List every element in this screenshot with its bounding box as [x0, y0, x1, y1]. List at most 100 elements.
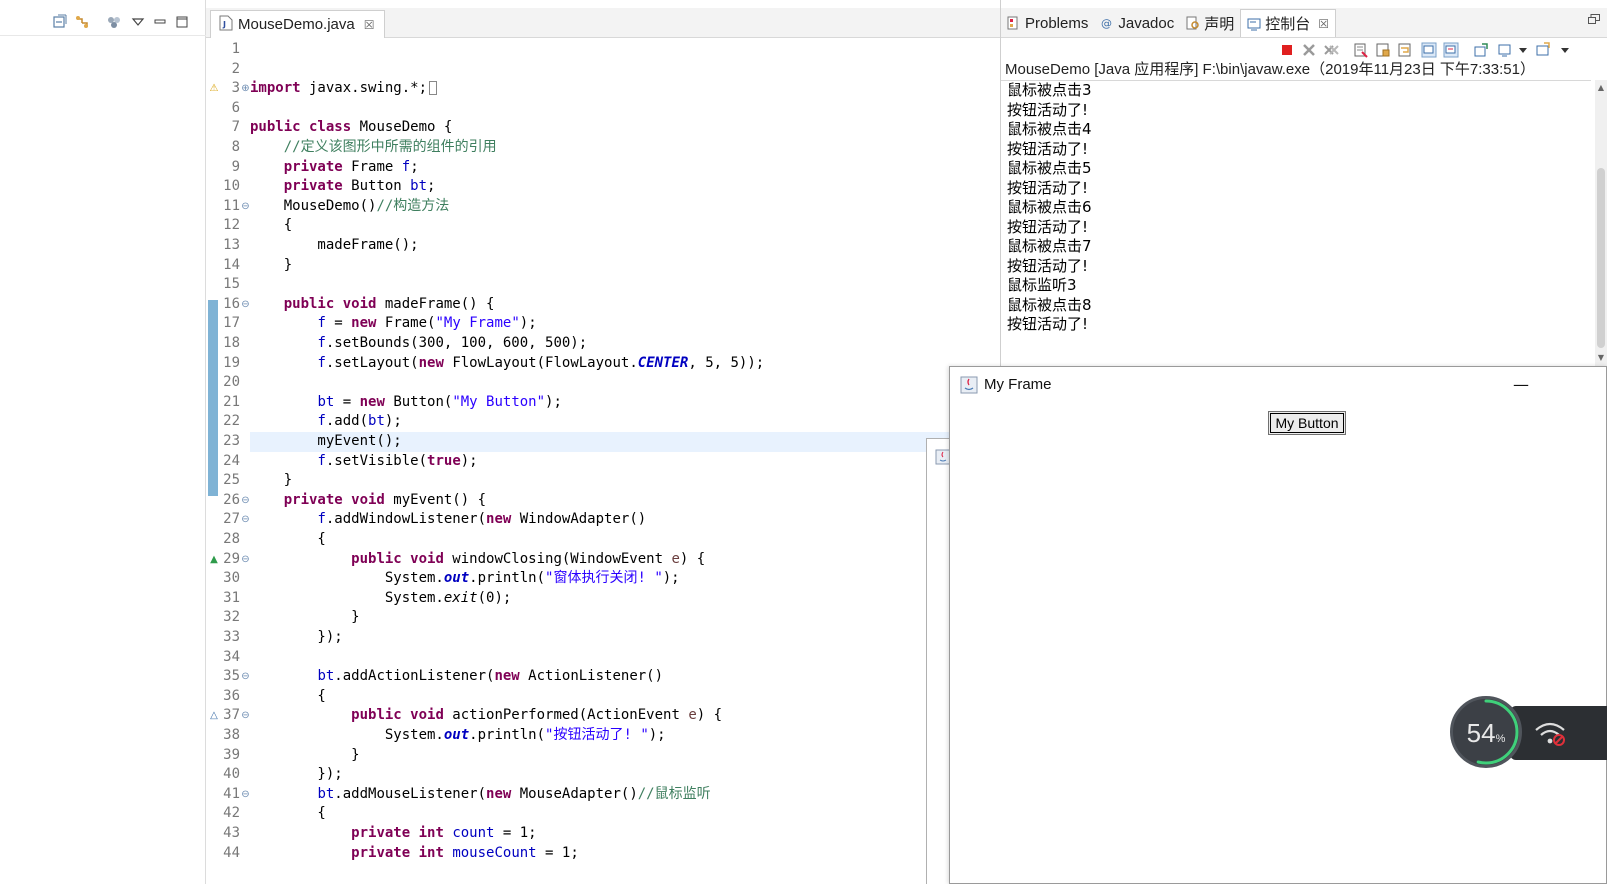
fold-toggle-icon[interactable]: ⊖ [241, 510, 250, 530]
fold-toggle-icon[interactable]: ⊖ [241, 491, 250, 511]
console-scrollbar[interactable]: ▲ ▼ [1595, 80, 1607, 368]
code-line[interactable]: private int mouseCount = 1; [250, 844, 1026, 864]
fold-toggle-icon[interactable]: ⊖ [241, 667, 250, 687]
fold-toggle-icon[interactable]: ⊖ [241, 295, 250, 315]
code-line[interactable]: System.out.println("窗体执行关闭! "); [250, 569, 1026, 589]
code-line[interactable] [250, 40, 1026, 60]
pin-console-icon[interactable] [1473, 42, 1489, 58]
code-line[interactable]: public class MouseDemo { [250, 118, 1026, 138]
fold-toggle-icon[interactable]: ⊖ [241, 706, 250, 726]
display-selected-console-icon[interactable] [1497, 42, 1513, 58]
remove-launch-icon[interactable] [1301, 42, 1317, 58]
code-line[interactable]: private int count = 1; [250, 824, 1026, 844]
my-frame-window[interactable]: My Frame — My Button [949, 366, 1607, 884]
minimize-icon[interactable] [152, 14, 168, 30]
code-line[interactable]: public void actionPerformed(ActionEvent … [250, 706, 1026, 726]
link-with-editor-icon[interactable] [74, 14, 90, 30]
word-wrap-icon[interactable] [1397, 42, 1413, 58]
open-console-dropdown-icon[interactable] [1557, 42, 1573, 58]
background-window[interactable] [926, 438, 951, 884]
code-line[interactable]: private Button bt; [250, 177, 1026, 197]
code-line[interactable]: { [250, 804, 1026, 824]
code-line[interactable]: } [250, 256, 1026, 276]
show-console-stdout-icon[interactable] [1421, 42, 1437, 58]
fold-toggle-icon[interactable]: ⊖ [241, 785, 250, 805]
code-line[interactable]: }); [250, 628, 1026, 648]
console-dropdown-icon[interactable] [1515, 42, 1531, 58]
console-output-line: 鼠标被点击6 [1007, 198, 1092, 216]
code-line[interactable]: f.setBounds(300, 100, 600, 500); [250, 334, 1026, 354]
code-line[interactable]: } [250, 608, 1026, 628]
code-line[interactable]: } [250, 746, 1026, 766]
tab-problems[interactable]: Problems [1001, 9, 1094, 37]
code-line[interactable]: private Frame f; [250, 158, 1026, 178]
code-line[interactable]: import javax.swing.*; [250, 79, 1026, 99]
fold-toggle-icon[interactable]: ⊖ [241, 197, 250, 217]
code-line[interactable]: { [250, 216, 1026, 236]
code-line[interactable] [250, 648, 1026, 668]
code-line[interactable]: f = new Frame("My Frame"); [250, 314, 1026, 334]
code-line[interactable]: bt.addActionListener(new ActionListener(… [250, 667, 1026, 687]
code-line[interactable]: bt = new Button("My Button"); [250, 393, 1026, 413]
view-menu-icon[interactable] [130, 14, 146, 30]
code-line[interactable] [250, 373, 1026, 393]
scrollbar-thumb[interactable] [1597, 168, 1605, 348]
code-line[interactable]: f.setLayout(new FlowLayout(FlowLayout.CE… [250, 354, 1026, 374]
scroll-lock-icon[interactable] [1375, 42, 1391, 58]
implements-marker-icon[interactable]: △ [208, 706, 220, 726]
warning-marker-icon[interactable]: ⚠ [208, 79, 220, 99]
scroll-down-icon[interactable]: ▼ [1595, 352, 1607, 364]
code-line[interactable]: private void myEvent() { [250, 491, 1026, 511]
minimize-button[interactable]: — [1506, 373, 1536, 397]
tab-console[interactable]: 控制台 ☒ [1240, 9, 1337, 37]
code-line[interactable]: { [250, 530, 1026, 550]
code-token: WindowAdapter() [511, 511, 647, 528]
focus-icon[interactable] [106, 14, 122, 30]
code-token: ; [410, 158, 419, 175]
fold-toggle-icon[interactable]: ⊖ [241, 550, 250, 570]
code-text[interactable]: import javax.swing.*; public class MouseD… [250, 38, 1026, 884]
my-button[interactable]: My Button [1268, 411, 1346, 435]
code-line[interactable]: f.addWindowListener(new WindowAdapter() [250, 510, 1026, 530]
code-area[interactable]: 1 2 3 ⊕ ⚠ 6 7 8 9 10 11 ⊖ 12 13 14 15 16 ⊖ 17 18 19 20 21 22 23 2… [206, 38, 1026, 884]
fold-toggle-icon[interactable]: ⊕ [241, 79, 250, 99]
tab-declaration[interactable]: 声明 [1180, 9, 1240, 37]
show-console-stderr-icon[interactable] [1443, 42, 1459, 58]
collapse-all-icon[interactable] [52, 14, 68, 30]
code-line[interactable]: } [250, 471, 1026, 491]
code-line[interactable] [250, 99, 1026, 119]
line-number: 36 [223, 687, 240, 704]
code-line[interactable]: f.setVisible(true); [250, 452, 1026, 472]
close-tab-icon[interactable]: ☒ [1318, 17, 1329, 31]
code-line[interactable] [250, 275, 1026, 295]
remove-all-terminated-icon[interactable] [1323, 42, 1339, 58]
code-line[interactable]: //定义该图形中所需的组件的引用 [250, 138, 1026, 158]
code-line[interactable]: { [250, 687, 1026, 707]
frame-titlebar[interactable]: My Frame — [950, 367, 1606, 403]
editor-tab-mousedemo[interactable]: J MouseDemo.java ☒ [210, 10, 386, 38]
terminate-icon[interactable] [1279, 42, 1295, 58]
code-line[interactable]: f.add(bt); [250, 412, 1026, 432]
open-console-icon[interactable] [1535, 42, 1551, 58]
scroll-up-icon[interactable]: ▲ [1595, 82, 1607, 94]
code-line[interactable]: MouseDemo()//构造方法 [250, 197, 1026, 217]
code-line[interactable] [250, 60, 1026, 80]
restore-view-icon[interactable] [1588, 14, 1600, 24]
line-number: 20 [223, 374, 240, 391]
code-line[interactable]: madeFrame(); [250, 236, 1026, 256]
tab-javadoc[interactable]: @ Javadoc [1094, 9, 1180, 37]
line-number: 9 [231, 158, 240, 175]
code-token: } [250, 746, 360, 763]
code-line[interactable]: public void windowClosing(WindowEvent e)… [250, 550, 1026, 570]
current-code-line[interactable]: myEvent(); [250, 432, 1026, 452]
maximize-icon[interactable] [174, 14, 190, 30]
clear-console-icon[interactable] [1353, 42, 1369, 58]
console-output[interactable]: 鼠标被点击3 按钮活动了! 鼠标被点击4 按钮活动了! 鼠标被点击5 按钮活动了! 鼠标被点… [1001, 80, 1591, 368]
code-line[interactable]: public void madeFrame() { [250, 295, 1026, 315]
code-line[interactable]: System.exit(0); [250, 589, 1026, 609]
close-tab-icon[interactable]: ☒ [364, 18, 375, 32]
code-line[interactable]: bt.addMouseListener(new MouseAdapter()//… [250, 785, 1026, 805]
code-line[interactable]: }); [250, 765, 1026, 785]
override-marker-icon[interactable]: ▲ [208, 550, 220, 570]
code-line[interactable]: System.out.println("按钮活动了! "); [250, 726, 1026, 746]
